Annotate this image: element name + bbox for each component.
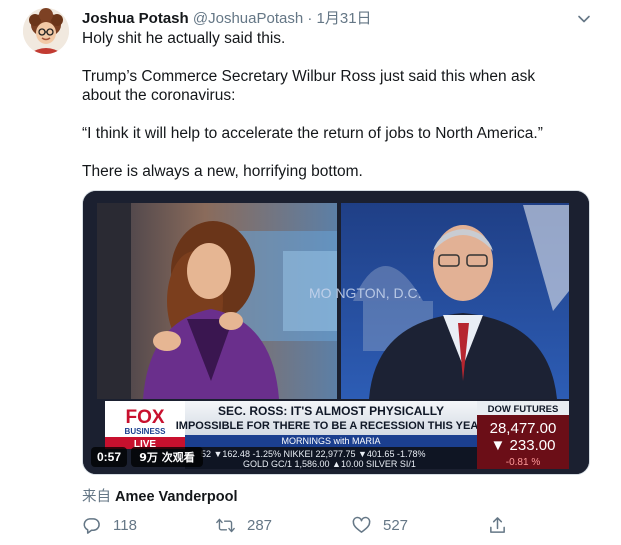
tweet-text-line: Trump’s Commerce Secretary Wilbur Ross j… <box>82 68 536 85</box>
video-player[interactable]: MO NGTON, D.C. FOX BUSINESS LIVE SEC. RO… <box>82 190 590 475</box>
action-bar: 118 287 527 <box>82 515 522 535</box>
show-name: MORNINGS with MARIA <box>281 436 380 446</box>
svg-text:MO NGTON, D.C.: MO NGTON, D.C. <box>309 285 422 301</box>
video-frame: MO NGTON, D.C. FOX BUSINESS LIVE SEC. RO… <box>83 191 589 474</box>
tweet-header: Joshua Potash @JoshuaPotash · 1月31日 <box>82 10 372 28</box>
share-icon <box>490 516 505 533</box>
reply-button[interactable]: 118 <box>82 515 137 535</box>
tweet-text-line: Holy shit he actually said this. <box>82 30 286 47</box>
via-source-link[interactable]: Amee Vanderpool <box>115 489 237 505</box>
retweet-icon <box>216 518 235 532</box>
avatar-image <box>23 8 69 54</box>
like-icon <box>352 516 371 533</box>
ticker-line-1: 52 ▼162.48 -1.25% NIKKEI 22,977.75 ▼401.… <box>201 449 425 459</box>
via-attribution: 来自 Amee Vanderpool <box>82 488 238 506</box>
fox-logo-text: FOX <box>125 407 164 428</box>
tweet-text-line: There is always a new, horrifying bottom… <box>82 163 363 180</box>
retweet-button[interactable]: 287 <box>216 515 272 535</box>
headline-line-2: IMPOSSIBLE FOR THERE TO BE A RECESSION T… <box>176 420 487 432</box>
via-prefix: 来自 <box>82 489 111 505</box>
futures-change: ▼ 233.00 <box>491 437 556 454</box>
retweet-count: 287 <box>247 516 273 534</box>
tweet-text-line: about the coronavirus: <box>82 87 236 104</box>
reply-icon <box>83 517 100 534</box>
futures-pct: -0.81 % <box>506 457 541 468</box>
share-button[interactable] <box>488 515 507 535</box>
author-handle[interactable]: @JoshuaPotash <box>193 10 303 27</box>
tweet-date[interactable]: 1月31日 <box>317 10 372 27</box>
caret-down-icon[interactable] <box>577 12 591 26</box>
fox-logo-subtext: BUSINESS <box>125 427 167 436</box>
tweet: Joshua Potash @JoshuaPotash · 1月31日 Holy… <box>0 0 621 545</box>
futures-label: DOW FUTURES <box>488 404 559 415</box>
ticker-line-2: GOLD GC/1 1,586.00 ▲10.00 SILVER SI/1 <box>243 459 416 469</box>
like-count: 527 <box>383 516 409 534</box>
tweet-text-line: “I think it will help to accelerate the … <box>82 125 543 142</box>
like-button[interactable]: 527 <box>352 515 408 535</box>
video-views: 9万 次观看 <box>139 450 194 464</box>
avatar[interactable] <box>23 8 69 54</box>
futures-value: 28,477.00 <box>490 420 557 437</box>
header-separator: · <box>307 10 313 27</box>
headline-line-1: SEC. ROSS: IT'S ALMOST PHYSICALLY <box>218 404 444 418</box>
author-name[interactable]: Joshua Potash <box>82 10 189 27</box>
reply-count: 118 <box>113 516 137 534</box>
video-duration: 0:57 <box>97 450 121 464</box>
